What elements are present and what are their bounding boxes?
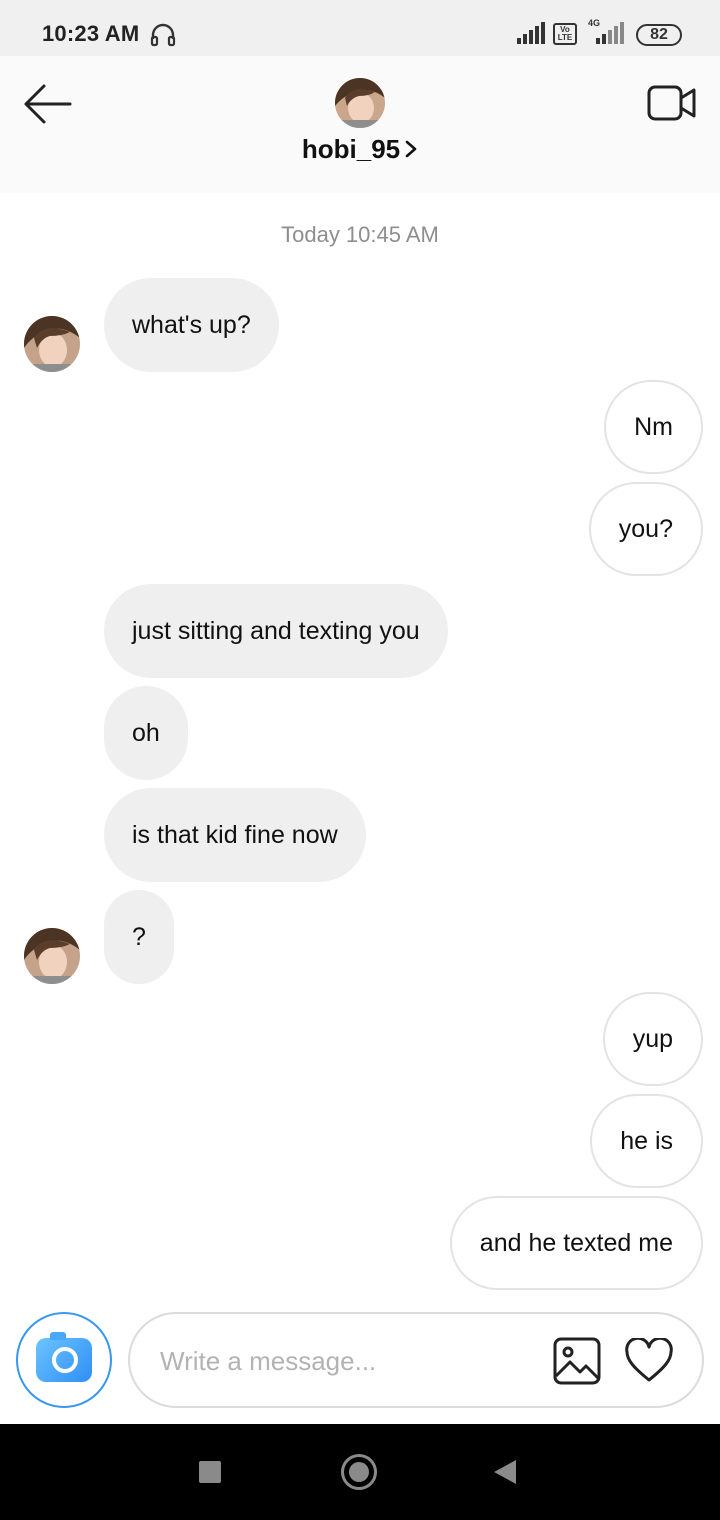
camera-button[interactable]	[16, 1312, 112, 1408]
chat-header: hobi_95	[0, 56, 720, 193]
back-icon[interactable]	[494, 1460, 516, 1484]
home-icon[interactable]	[341, 1454, 377, 1490]
message-bubble-outgoing[interactable]: yup	[602, 992, 703, 1086]
chevron-right-icon	[405, 140, 417, 158]
signal-icon	[596, 22, 624, 44]
avatar[interactable]	[335, 78, 385, 128]
avatar[interactable]	[24, 316, 80, 372]
message-bubble-outgoing[interactable]: he is	[590, 1094, 703, 1188]
message-bubble-outgoing[interactable]: and he texted me	[449, 1196, 703, 1290]
message-bubble-outgoing[interactable]: you?	[588, 482, 703, 576]
conversation-timestamp: Today 10:45 AM	[281, 222, 439, 247]
system-nav-bar	[0, 1424, 720, 1520]
message-bubble-incoming[interactable]: just sitting and texting you	[104, 584, 448, 678]
message-composer	[128, 1312, 704, 1408]
camera-icon	[36, 1332, 92, 1382]
video-call-icon[interactable]	[646, 83, 698, 123]
status-time: 10:23 AM	[42, 21, 140, 46]
headset-icon	[150, 23, 176, 47]
heart-icon[interactable]	[624, 1338, 674, 1384]
status-bar: 10:23 AM Vo LTE 4G 82	[0, 0, 720, 56]
message-bubble-incoming[interactable]: ?	[104, 890, 174, 984]
message-bubble-outgoing[interactable]: Nm	[604, 380, 703, 474]
gallery-icon[interactable]	[552, 1336, 602, 1386]
recents-icon[interactable]	[199, 1461, 221, 1483]
message-input[interactable]	[160, 1342, 540, 1380]
back-arrow-icon[interactable]	[22, 82, 74, 126]
signal-icon	[517, 22, 545, 44]
message-bubble-incoming[interactable]: oh	[104, 686, 188, 780]
battery-icon: 82	[636, 24, 682, 46]
avatar[interactable]	[24, 928, 80, 984]
username-link[interactable]: hobi_95	[0, 134, 720, 165]
volte-icon: Vo LTE	[553, 23, 577, 45]
username[interactable]: hobi_95	[302, 134, 400, 164]
message-bubble-incoming[interactable]: is that kid fine now	[104, 788, 366, 882]
message-bubble-incoming[interactable]: what's up?	[104, 278, 279, 372]
